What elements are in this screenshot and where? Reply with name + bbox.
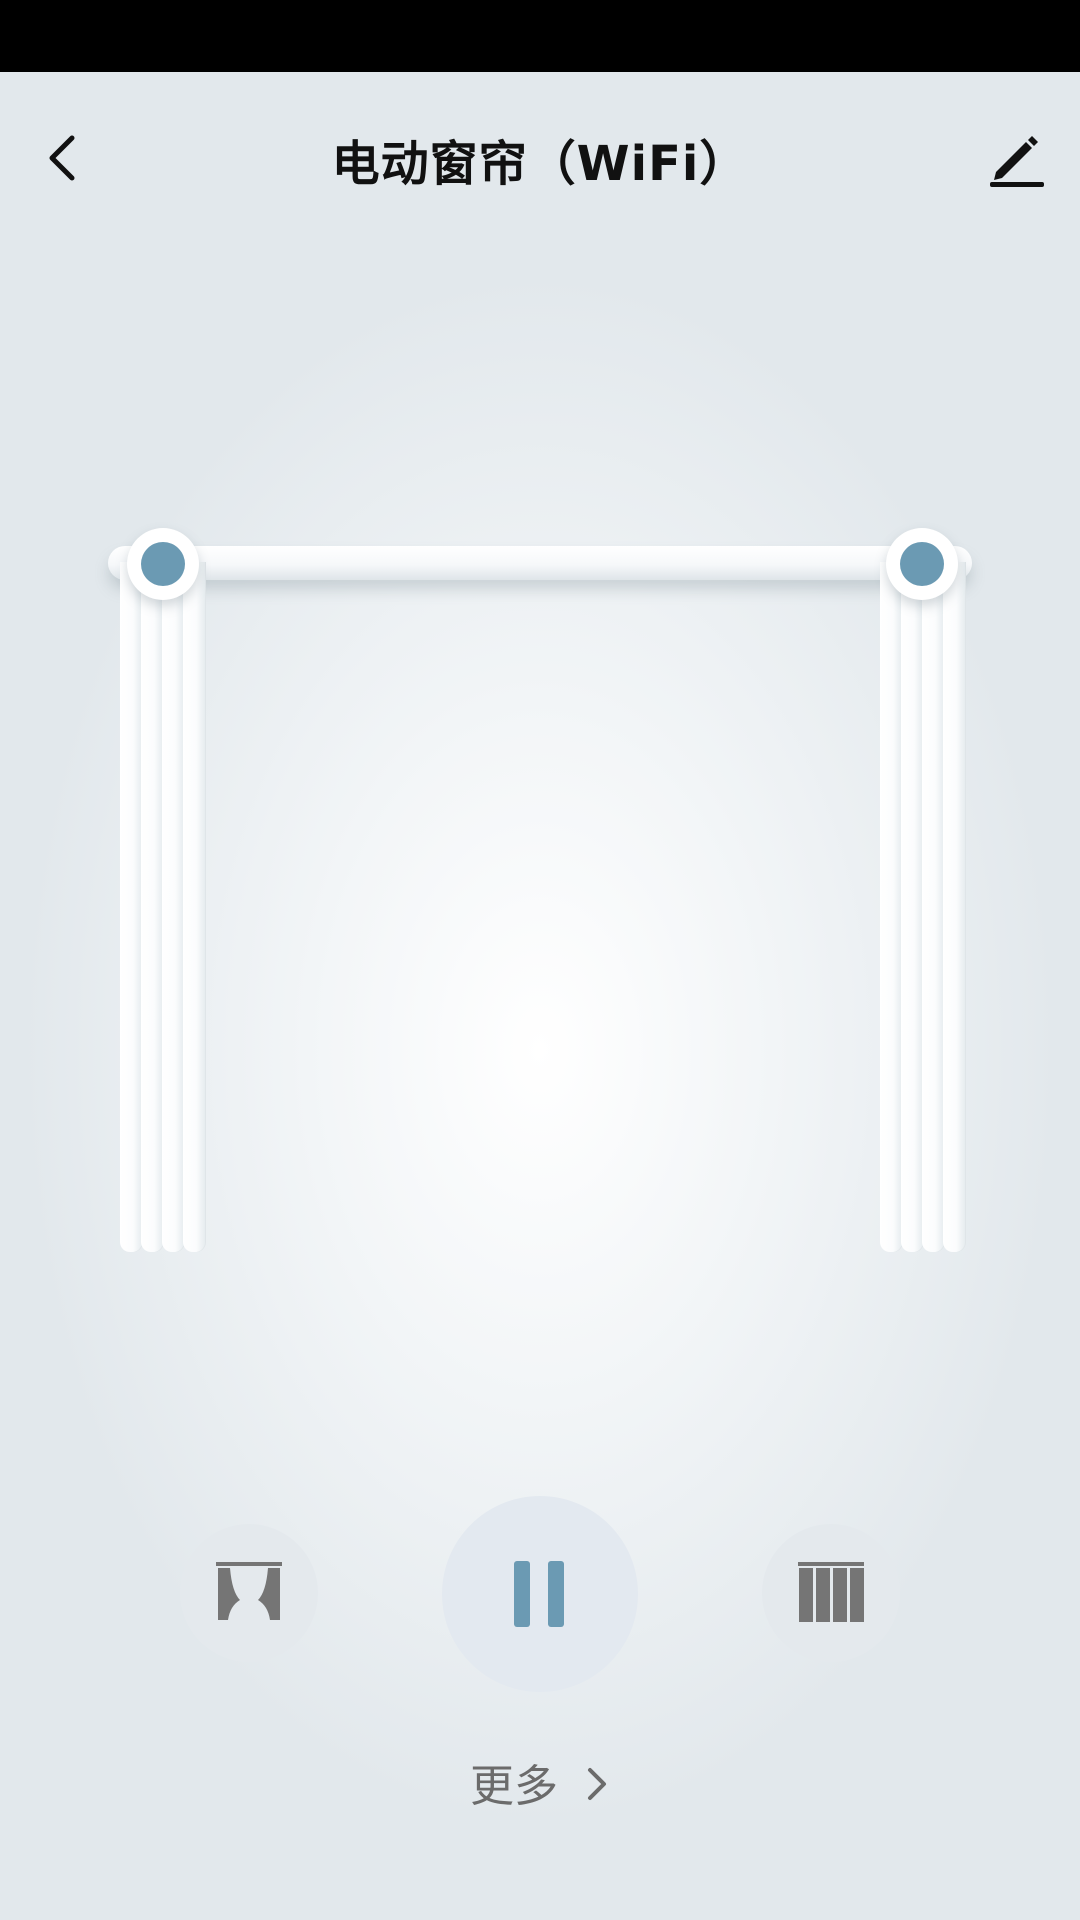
control-bar xyxy=(0,1490,1080,1720)
more-link[interactable]: 更多 xyxy=(0,1750,1080,1815)
curtain-open-icon xyxy=(216,1562,282,1620)
page-title: 电动窗帘（WiFi） xyxy=(331,136,749,192)
curtain-fold xyxy=(120,562,142,1252)
curtain-fold xyxy=(943,562,965,1252)
curtain-fold xyxy=(901,562,923,1252)
curtain-fold xyxy=(183,562,205,1252)
right-curtain-panel[interactable] xyxy=(880,562,966,1252)
curtain-fold xyxy=(922,562,944,1252)
left-curtain-handle[interactable] xyxy=(127,528,199,600)
status-bar xyxy=(0,0,1080,72)
curtain-visual xyxy=(0,520,1080,1280)
pencil-icon xyxy=(990,136,1044,187)
curtain-rod xyxy=(108,546,972,580)
curtain-fold xyxy=(162,562,184,1252)
handle-dot-icon xyxy=(141,542,185,586)
close-curtain-button[interactable] xyxy=(762,1524,900,1662)
handle-dot-icon xyxy=(900,542,944,586)
header: 电动窗帘（WiFi） xyxy=(0,72,1080,242)
right-curtain-handle[interactable] xyxy=(886,528,958,600)
edit-button[interactable] xyxy=(980,122,1052,194)
curtain-close-icon xyxy=(798,1562,864,1622)
pause-button[interactable] xyxy=(442,1496,638,1692)
more-label: 更多 xyxy=(470,1761,558,1812)
chevron-right-icon xyxy=(582,1764,610,1815)
curtain-fold xyxy=(880,562,902,1252)
open-curtain-button[interactable] xyxy=(180,1524,318,1662)
left-curtain-panel[interactable] xyxy=(120,562,206,1252)
curtain-fold xyxy=(141,562,163,1252)
pause-icon xyxy=(514,1561,564,1627)
